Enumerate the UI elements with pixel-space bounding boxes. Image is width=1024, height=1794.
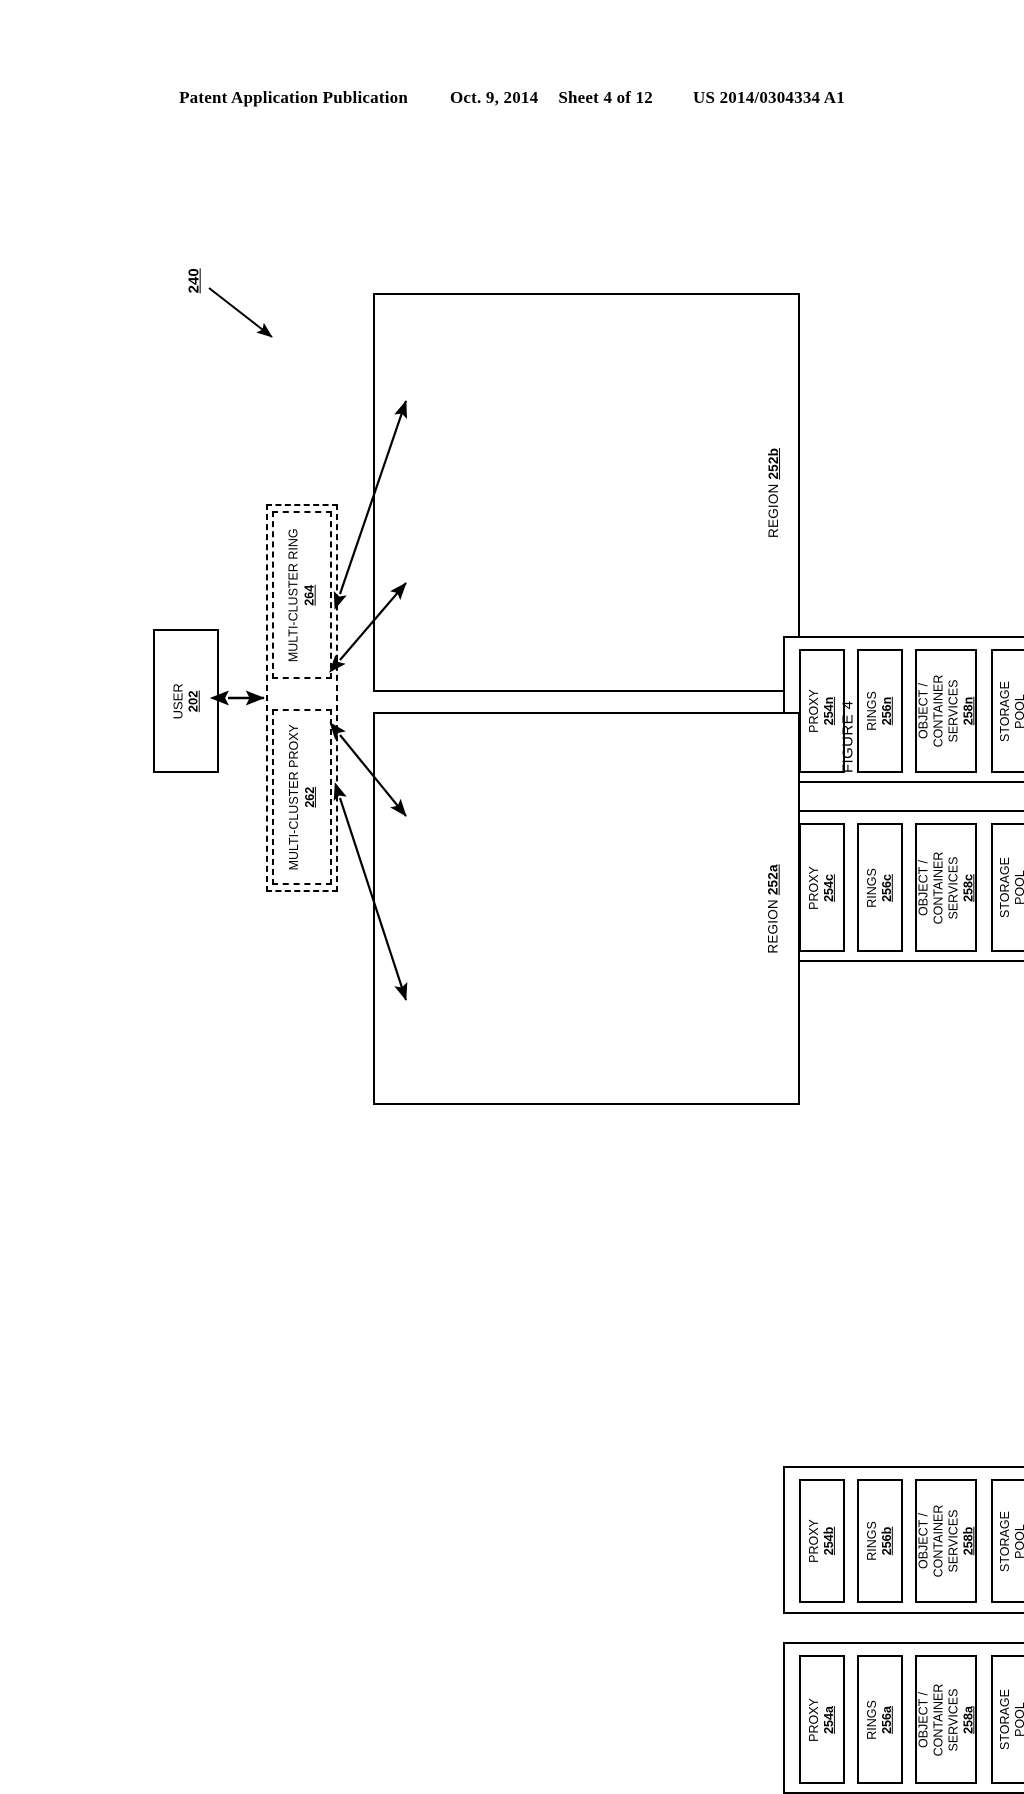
component-rings-256b: RINGS 256b [857, 1479, 903, 1603]
component-label: STORAGEPOOL [998, 681, 1024, 742]
multi-cluster-proxy-label: MULTI-CLUSTER PROXY [287, 724, 301, 870]
component-storage-pool-260ac: STORAGEPOOL 260ac [991, 823, 1024, 952]
component-object-container-services-258c: OBJECT /CONTAINERSERVICES 258c [915, 823, 977, 952]
component-number: 256a [880, 1700, 895, 1740]
component-label: PROXY [807, 1519, 821, 1563]
user-box: USER 202 [153, 629, 219, 773]
component-rings-256c: RINGS 256c [857, 823, 903, 952]
patent-number: US 2014/0304334 A1 [693, 88, 845, 108]
region-252b-label: REGION 252b [752, 295, 796, 690]
component-label: OBJECT /CONTAINERSERVICES [916, 851, 960, 924]
component-number: 256c [880, 868, 895, 908]
multi-cluster-ring-box: MULTI-CLUSTER RING 264 [272, 511, 332, 679]
user-label: USER [171, 683, 186, 719]
component-object-container-services-258b: OBJECT /CONTAINERSERVICES 258b [915, 1479, 977, 1603]
component-label: RINGS [865, 868, 879, 908]
component-label: RINGS [865, 1521, 879, 1561]
component-proxy-254b: PROXY 254b [799, 1479, 845, 1603]
component-rings-256a: RINGS 256a [857, 1655, 903, 1784]
publication-date: Oct. 9, 2014 [450, 88, 538, 108]
component-label: STORAGEPOOL [998, 857, 1024, 918]
multi-cluster-proxy-number: 262 [303, 724, 318, 870]
component-storage-pool-260a: STORAGEPOOL 260a [991, 1655, 1024, 1784]
component-label: PROXY [807, 866, 821, 910]
lead-line-240 [209, 288, 272, 337]
component-number: 258n [961, 675, 976, 748]
reference-numeral-240: 240 [172, 258, 218, 304]
component-number: 254a [822, 1698, 837, 1742]
region-252b: PROXY 254n RINGS 256n OBJECT /CONTAINERS… [373, 293, 800, 692]
component-number: 254c [822, 866, 837, 910]
component-number: 258b [961, 1505, 976, 1578]
region-252a: PROXY 254b RINGS 256b OBJECT /CONTAINERS… [373, 712, 800, 1105]
component-number: 256b [880, 1521, 895, 1561]
cluster-250b: PROXY 254b RINGS 256b OBJECT /CONTAINERS… [783, 1466, 1024, 1614]
user-number: 202 [186, 683, 201, 719]
component-object-container-services-258a: OBJECT /CONTAINERSERVICES 258a [915, 1655, 977, 1784]
component-number: 254b [822, 1519, 837, 1563]
component-number: 258a [961, 1683, 976, 1756]
sheet-number: Sheet 4 of 12 [558, 88, 653, 108]
component-label: STORAGEPOOL [998, 1689, 1024, 1750]
cluster-250a: PROXY 254a RINGS 256a OBJECT /CONTAINERS… [783, 1642, 1024, 1794]
multi-cluster-proxy-box: MULTI-CLUSTER PROXY 262 [272, 709, 332, 885]
component-number: 258c [961, 851, 976, 924]
component-label: RINGS [865, 1700, 879, 1740]
component-label: OBJECT /CONTAINERSERVICES [916, 1683, 960, 1756]
page-header: Patent Application Publication Oct. 9, 20… [0, 88, 1024, 108]
component-proxy-254c: PROXY 254c [799, 823, 845, 952]
multi-cluster-ring-number: 264 [303, 528, 318, 662]
component-label: OBJECT /CONTAINERSERVICES [916, 675, 960, 748]
figure-caption: FIGURE 4 [808, 672, 888, 802]
component-proxy-254a: PROXY 254a [799, 1655, 845, 1784]
component-storage-pool-260n: STORAGEPOOL 260n [991, 649, 1024, 773]
publication-title: Patent Application Publication [179, 88, 408, 108]
cluster-250c: PROXY 254c RINGS 256c OBJECT /CONTAINERS… [783, 810, 1024, 962]
component-label: OBJECT /CONTAINERSERVICES [916, 1505, 960, 1578]
component-label: PROXY [807, 1698, 821, 1742]
component-storage-pool-260b: STORAGEPOOL 260b [991, 1479, 1024, 1603]
component-object-container-services-258n: OBJECT /CONTAINERSERVICES 258n [915, 649, 977, 773]
region-252a-label: REGION 252a [752, 714, 796, 1103]
component-label: STORAGEPOOL [998, 1511, 1024, 1572]
multi-cluster-ring-label: MULTI-CLUSTER RING [287, 528, 301, 662]
